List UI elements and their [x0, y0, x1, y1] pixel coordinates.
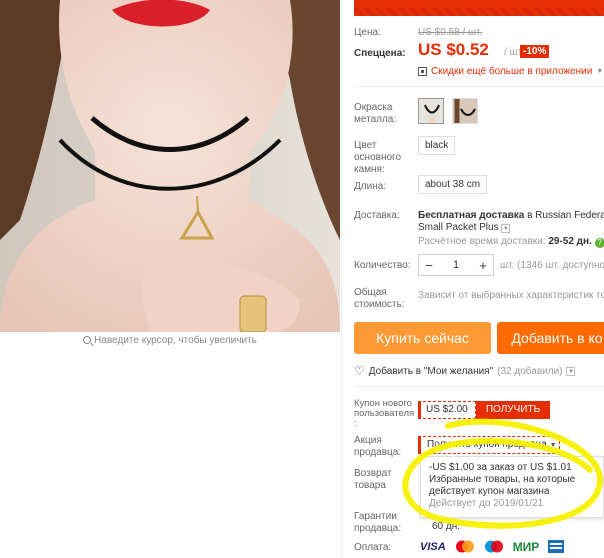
eta-value: 29-52 дн. — [548, 236, 592, 247]
separator — [354, 86, 604, 87]
length-option[interactable]: about 38 cm — [418, 175, 488, 194]
product-image[interactable] — [0, 0, 340, 332]
help-icon[interactable]: ? — [594, 238, 604, 248]
mastercard-icon — [453, 540, 477, 554]
wishlist-text: Добавить в "Мои желания" — [368, 365, 494, 377]
old-price: US $0.58 / шт. — [418, 27, 483, 38]
payment-label: Оплата: — [354, 542, 392, 553]
total-label: Общая стоимость: — [354, 287, 405, 310]
new-user-coupon-label: Купон нового пользователя : — [354, 398, 415, 429]
shipping-method[interactable]: Small Packet Plus ▼ — [418, 222, 511, 233]
chevron-down-icon: ▼ — [596, 68, 604, 75]
mir-icon: МИР — [512, 540, 540, 554]
vertical-divider — [341, 0, 342, 558]
metal-color-label: Окраска металла: — [354, 102, 397, 125]
coupon-scope: Избранные товары, на которые действует к… — [429, 474, 576, 497]
wishlist-count: (32 добавили) — [497, 365, 563, 377]
quantity-label: Количество: — [354, 260, 411, 271]
free-shipping-text: Бесплатная доставка — [418, 210, 525, 221]
heart-icon: ♡ — [354, 364, 365, 378]
add-to-cart-button[interactable]: Добавить в ко — [497, 322, 604, 354]
promo-banner-strip — [354, 0, 604, 16]
seller-coupon-popover: -US $1.00 за заказ от US $1.01 Избранные… — [420, 456, 604, 518]
shipping-method-name: Small Packet Plus — [418, 222, 499, 233]
seller-coupon-text: Получить купон продавца — [427, 439, 547, 450]
app-discount-link[interactable]: Скидки ещё больше в приложении ▼ — [418, 66, 603, 77]
webmoney-logo — [548, 540, 565, 553]
zoom-hint-text: Наведите курсор, чтобы увеличить — [94, 335, 257, 346]
payment-methods: VISA МИР — [418, 540, 566, 554]
shipping-label: Доставка: — [354, 210, 400, 221]
product-photo-illustration — [0, 0, 340, 332]
stone-option-black[interactable]: black — [418, 136, 456, 155]
caret-down-icon: ▼ — [549, 442, 557, 449]
zoom-hint: Наведите курсор, чтобы увеличить — [0, 335, 340, 346]
eta-label: Расчётное время доставки: — [418, 236, 546, 247]
seller-coupon-dropdown[interactable]: Получить купон продавца ▼ — [418, 436, 560, 454]
coupon-validity: Действует до 2019/01/21 — [429, 498, 544, 509]
separator — [354, 386, 604, 387]
new-user-coupon-value: US $2.00 — [418, 401, 476, 419]
maestro-icon — [482, 540, 506, 554]
quantity-input[interactable]: 1 — [439, 259, 473, 271]
webmoney-icon — [546, 540, 566, 554]
visa-icon: VISA — [420, 541, 446, 553]
metal-swatch-2[interactable] — [452, 98, 478, 124]
special-price: US $0.52 — [418, 40, 489, 59]
price-label: Цена: — [354, 27, 381, 38]
chevron-down-icon: ▼ — [566, 366, 576, 376]
warranty-value: 60 дн. — [432, 521, 461, 532]
shipping-destination[interactable]: Бесплатная доставка в Russian Federation — [418, 210, 604, 221]
plus-button[interactable]: + — [473, 258, 493, 273]
get-coupon-button[interactable]: ПОЛУЧИТЬ — [476, 401, 550, 419]
product-info-panel: Цена: US $0.58 / шт. Спеццена: US $0.52 … — [354, 0, 604, 558]
returns-label: Возврат товара — [354, 468, 392, 491]
maestro-logo — [484, 540, 503, 553]
length-label: Длина: — [354, 181, 387, 192]
coupon-terms: -US $1.00 за заказ от US $1.01 — [429, 462, 572, 473]
stock-note: шт. (1346 шт. доступно) — [500, 260, 604, 271]
add-to-wishlist[interactable]: ♡ Добавить в "Мои желания" (32 добавили)… — [354, 364, 576, 378]
swatch-thumb — [453, 99, 477, 123]
stone-color-label: Цвет основного камня: — [354, 140, 402, 175]
delivery-estimate: Расчётное время доставки: 29-52 дн. ? — [418, 236, 604, 248]
buy-now-button[interactable]: Купить сейчас — [354, 322, 491, 354]
swatch-thumb — [419, 99, 443, 123]
metal-swatch-1[interactable] — [418, 98, 444, 124]
discount-badge: -10% — [520, 45, 550, 58]
app-discount-text: Скидки ещё больше в приложении — [431, 66, 593, 77]
qr-code-icon — [418, 67, 427, 76]
minus-button[interactable]: − — [419, 258, 439, 273]
magnifier-icon — [83, 336, 92, 344]
warranty-label: Гарантии продавца: — [354, 511, 402, 534]
mastercard-logo — [455, 540, 474, 553]
quantity-stepper[interactable]: − 1 + — [418, 254, 494, 276]
seller-promo-label: Акция продавца: — [354, 435, 402, 458]
chevron-down-icon: ▼ — [501, 224, 511, 233]
total-note: Зависит от выбранных характеристик това — [418, 290, 604, 301]
special-price-label: Спеццена: — [354, 48, 406, 59]
shipping-country: в Russian Federation — [527, 210, 604, 221]
